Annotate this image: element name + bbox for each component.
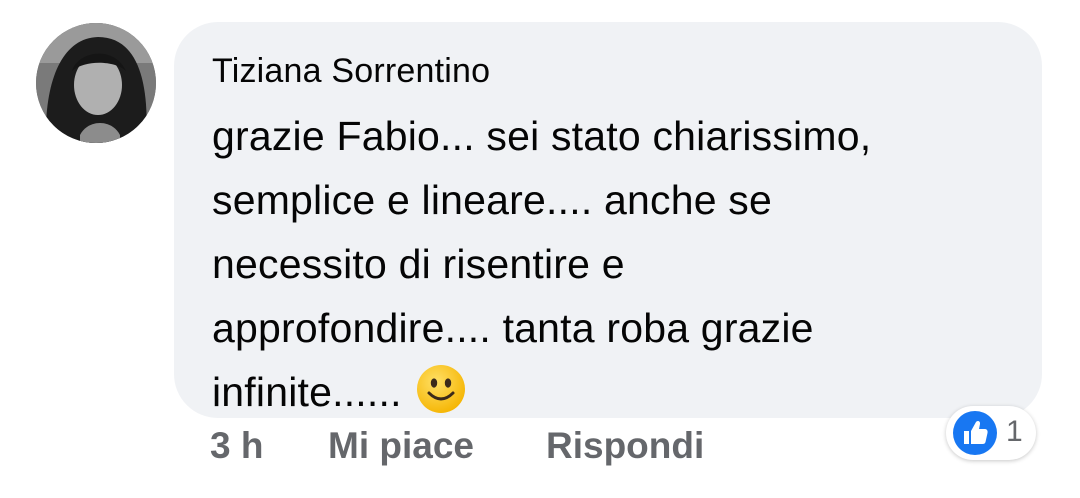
comment-line-last: infinite...... — [212, 360, 1002, 432]
comment-line: approfondire.... tanta roba grazie — [212, 305, 814, 351]
avatar[interactable] — [36, 23, 156, 143]
comment-timestamp[interactable]: 3 h — [210, 425, 263, 467]
comment-text: grazie Fabio... sei stato chiarissimo, s… — [212, 104, 1002, 432]
comment-author[interactable]: Tiziana Sorrentino — [212, 52, 490, 91]
like-button[interactable]: Mi piace — [328, 425, 474, 467]
comment-line: grazie Fabio... sei stato chiarissimo, — [212, 113, 872, 159]
thumbs-up-icon — [953, 411, 997, 455]
reply-button[interactable]: Rispondi — [546, 425, 704, 467]
comment: Tiziana Sorrentino grazie Fabio... sei s… — [0, 0, 1080, 498]
comment-line: semplice e lineare.... anche se — [212, 177, 773, 223]
comment-line-text: infinite...... — [212, 369, 402, 415]
reaction-summary[interactable]: 1 — [946, 406, 1036, 460]
slightly-smiling-face-icon — [416, 364, 466, 432]
reaction-count: 1 — [1006, 415, 1023, 448]
comment-bubble: Tiziana Sorrentino grazie Fabio... sei s… — [174, 22, 1042, 418]
comment-line: necessito di risentire e — [212, 241, 625, 287]
